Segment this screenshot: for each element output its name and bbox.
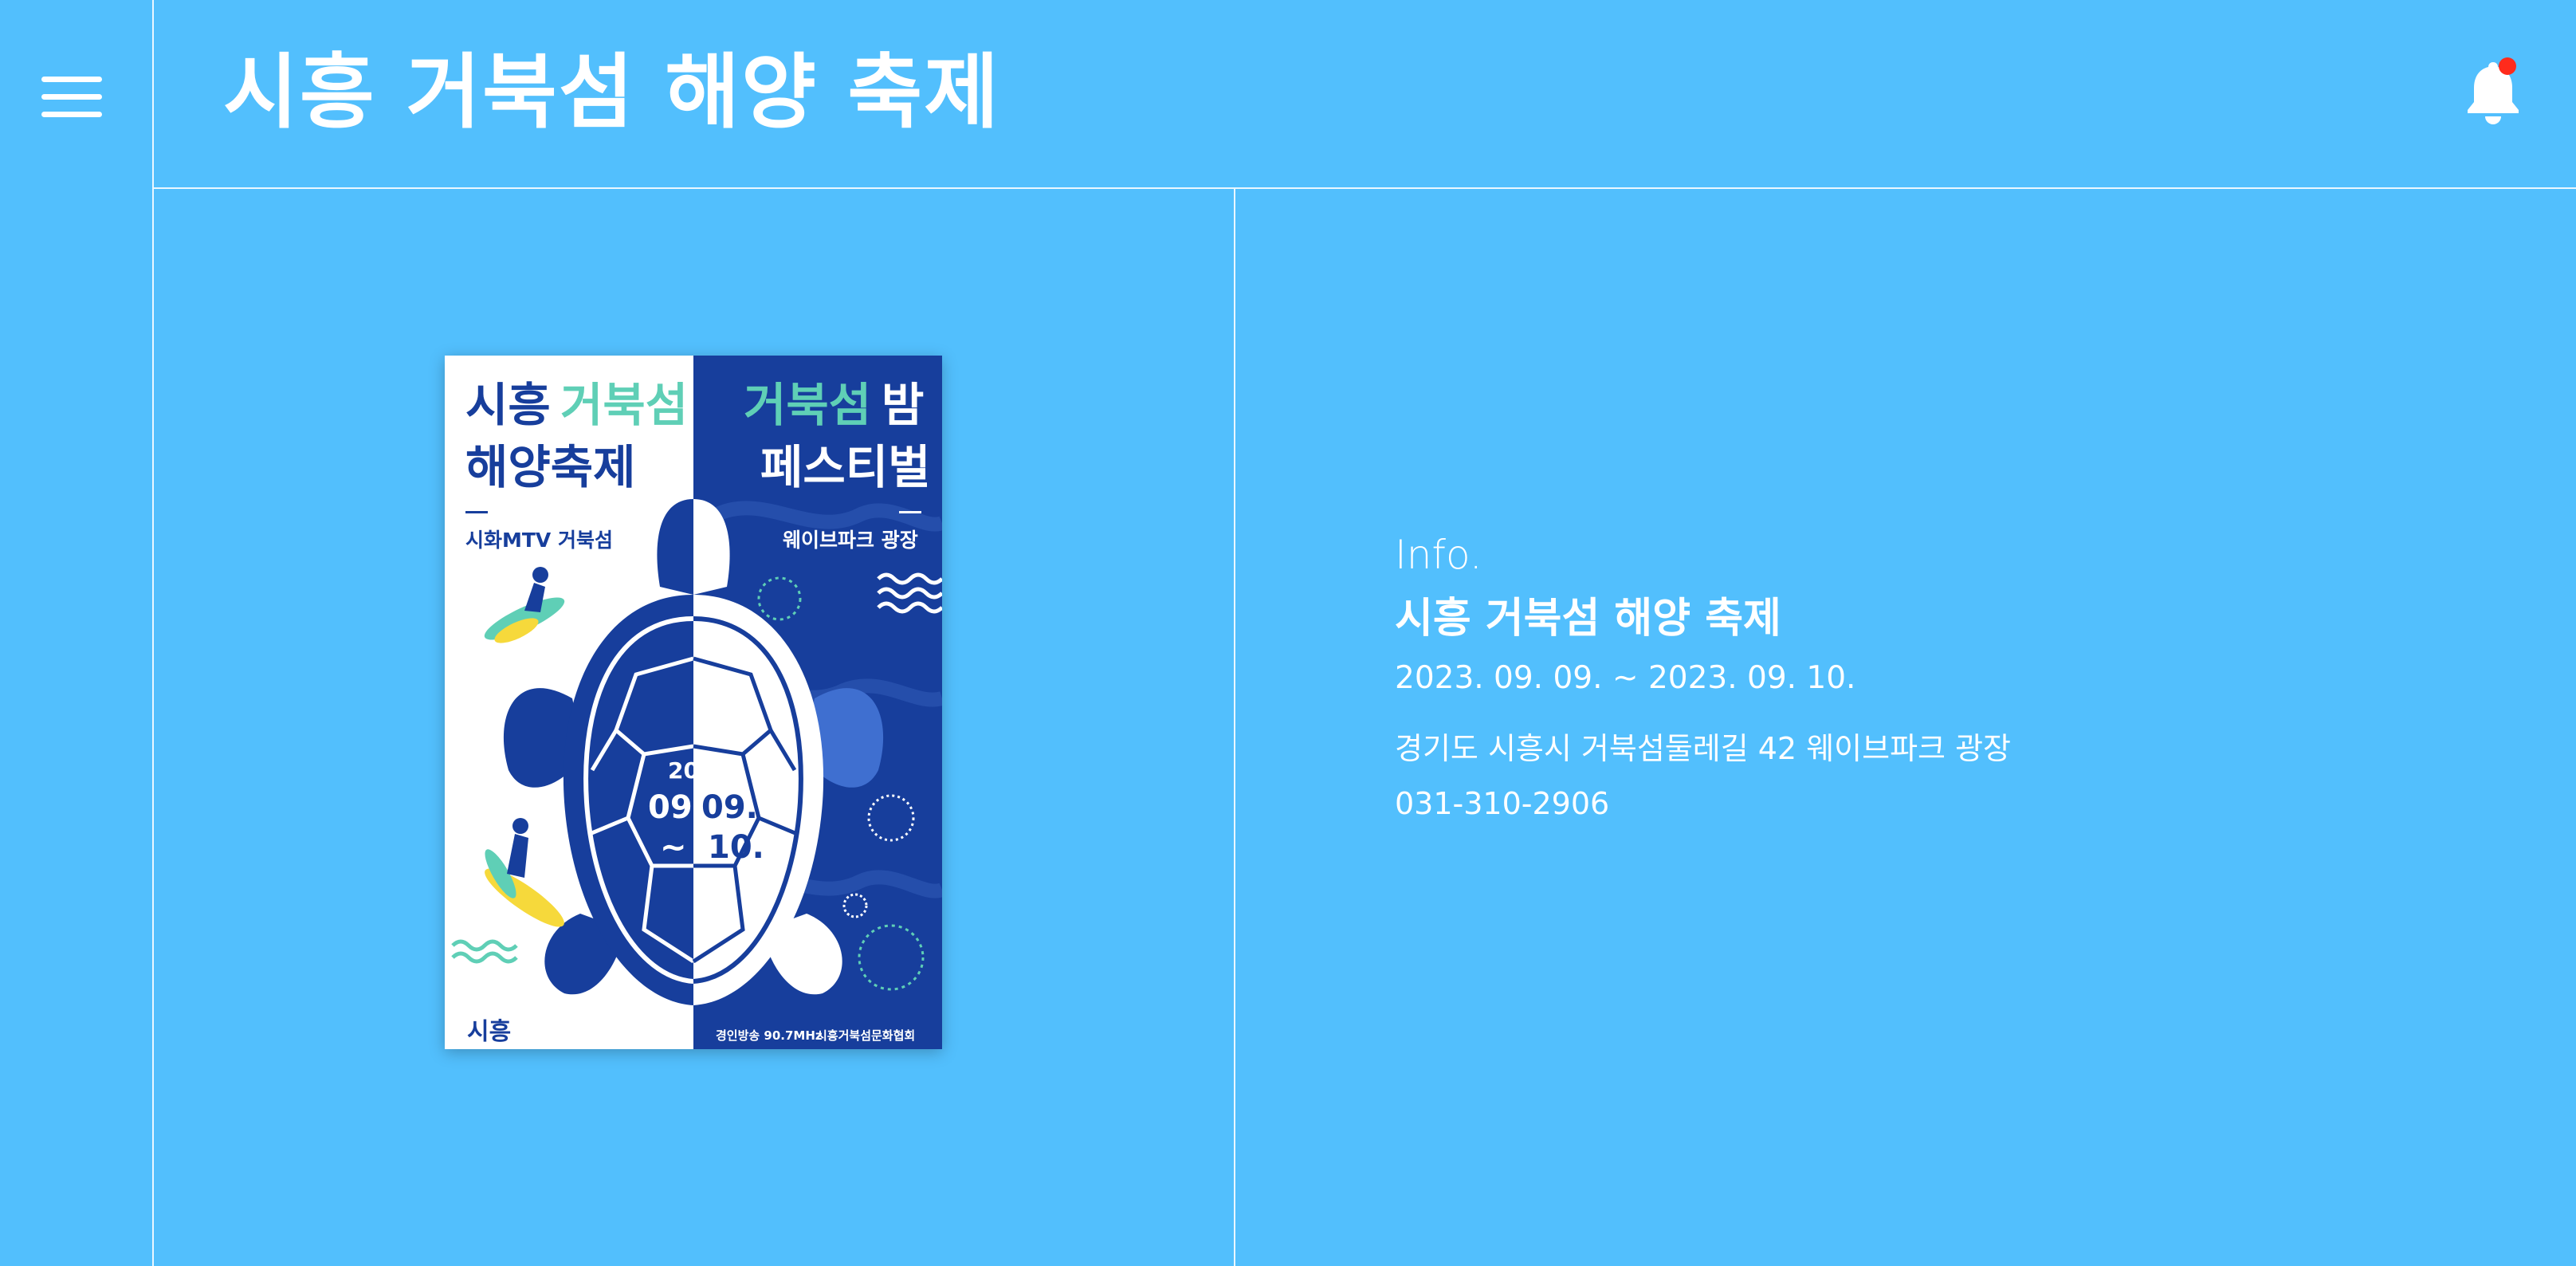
poster-logo: 시흥 xyxy=(467,1018,511,1046)
poster-title-right-1b: 밤 xyxy=(882,378,924,432)
poster-subtitle-left: 시화MTV 거북섬 xyxy=(465,529,613,552)
menu-bar-top xyxy=(41,77,102,82)
poster-sponsor-1: 경인방송 90.7MHz xyxy=(716,1028,823,1043)
poster-title-left-1a: 시흥 xyxy=(465,378,551,432)
notification-badge xyxy=(2499,57,2516,75)
poster-artwork: 시흥 거북섬 해양축제 시화MTV 거북섬 거북섬 밤 페스티벌 웨이브파크 광… xyxy=(445,356,942,1049)
poster-year: 2023 xyxy=(668,757,730,784)
poster-date-right-top: 09. xyxy=(701,789,758,826)
poster-title-left-1b: 거북섬 xyxy=(560,378,688,432)
poster-sponsor-2: 시흥거북섬문화협회 xyxy=(816,1028,915,1043)
info-label: Info. xyxy=(1395,532,1482,578)
info-address: 경기도 시흥시 거북섬둘레길 42 웨이브파크 광장 xyxy=(1395,731,2011,766)
sidebar-divider xyxy=(152,0,154,1266)
poster-date-right-bottom: 10. xyxy=(708,829,764,866)
page-title: 시흥 거북섬 해양 축제 xyxy=(223,45,1001,140)
poster-date-left: 09. xyxy=(648,789,705,826)
info-phone: 031-310-2906 xyxy=(1395,786,1610,821)
hamburger-menu-icon[interactable] xyxy=(41,77,102,118)
poster-title-right-1a: 거북섬 xyxy=(744,378,871,432)
menu-bar-bottom xyxy=(41,112,102,117)
festival-poster: 시흥 거북섬 해양축제 시화MTV 거북섬 거북섬 밤 페스티벌 웨이브파크 광… xyxy=(445,356,942,1049)
poster-title-right-2: 페스티벌 xyxy=(760,440,930,494)
info-panel: Info. 시흥 거북섬 해양 축제 2023. 09. 09. ~ 2023.… xyxy=(1395,526,2431,832)
poster-title-left-2: 해양축제 xyxy=(465,440,635,494)
poster-subtitle-right: 웨이브파크 광장 xyxy=(783,529,918,552)
poster-tilde: ~ xyxy=(660,829,687,866)
info-title: 시흥 거북섬 해양 축제 xyxy=(1395,595,1781,643)
app-root: 시흥 거북섬 해양 축제 시흥 거북섬 해양축제 시화MTV 거북섬 거북섬 밤… xyxy=(0,0,2576,1266)
content-divider xyxy=(1234,188,1235,1266)
info-date-range: 2023. 09. 09. ~ 2023. 09. 10. xyxy=(1395,660,1856,696)
header-divider xyxy=(152,187,2576,189)
menu-bar-middle xyxy=(41,94,102,100)
